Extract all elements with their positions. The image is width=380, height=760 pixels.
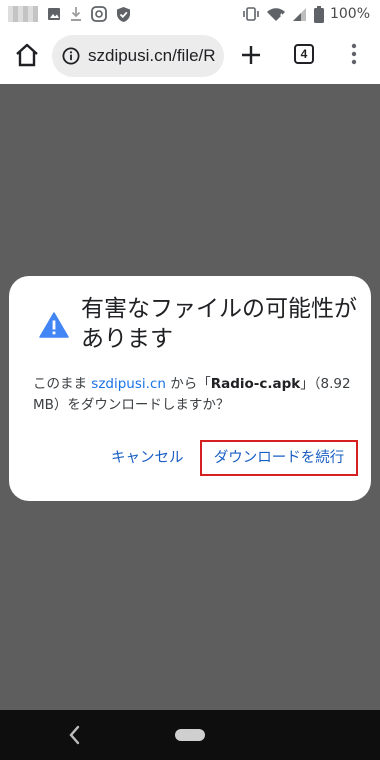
back-icon[interactable]: [66, 724, 84, 746]
dangerous-download-dialog: 有害なファイルの可能性があります このまま szdipusi.cn から「Rad…: [9, 276, 371, 501]
download-icon: [71, 7, 81, 21]
url-text[interactable]: szdipusi.cn/file/R: [88, 46, 216, 66]
system-navigation-bar: [0, 710, 380, 760]
home-button[interactable]: [14, 42, 40, 68]
browser-toolbar: szdipusi.cn/file/R 4: [0, 28, 380, 84]
site-link: szdipusi.cn: [91, 376, 166, 392]
tab-switcher-button[interactable]: 4: [294, 44, 314, 64]
app-icon: [91, 6, 107, 22]
status-bar: 100%: [0, 0, 380, 28]
tab-count: 4: [300, 47, 308, 61]
signal-icon: [292, 7, 306, 21]
blurred-notification-icon: [8, 6, 38, 22]
file-name: Radio-c.apk: [210, 376, 301, 392]
info-icon[interactable]: [62, 47, 80, 65]
home-pill[interactable]: [175, 729, 205, 741]
dialog-title: 有害なファイルの可能性があります: [81, 296, 357, 352]
vibrate-icon: [243, 7, 259, 21]
status-bar-left: [8, 5, 131, 23]
continue-download-button[interactable]: ダウンロードを続行: [200, 440, 358, 476]
image-icon: [48, 8, 60, 20]
more-menu-icon[interactable]: [346, 42, 362, 66]
status-bar-right: 100%: [242, 5, 370, 23]
warning-icon: [39, 312, 69, 338]
cancel-button[interactable]: キャンセル: [111, 446, 184, 467]
wifi-icon: [266, 7, 285, 21]
new-tab-button[interactable]: [241, 45, 261, 65]
message-prefix: このまま: [33, 376, 92, 392]
shield-icon: [117, 6, 130, 22]
battery-percentage: 100%: [329, 6, 370, 22]
address-bar[interactable]: szdipusi.cn/file/R: [52, 35, 224, 77]
message-middle: から「: [165, 376, 211, 392]
battery-icon: [313, 5, 324, 23]
dialog-message: このまま szdipusi.cn から「Radio-c.apk」（8.92 MB…: [33, 374, 358, 416]
